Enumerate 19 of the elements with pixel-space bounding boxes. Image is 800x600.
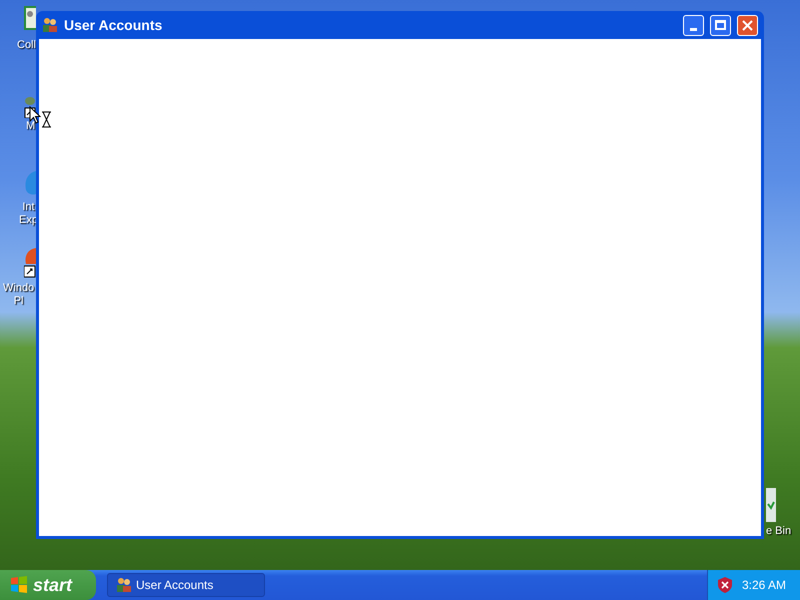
windows-logo-icon bbox=[10, 576, 28, 594]
close-button[interactable] bbox=[737, 14, 758, 36]
card-icon bbox=[24, 6, 36, 30]
start-button[interactable]: start bbox=[0, 570, 96, 600]
users-icon bbox=[42, 17, 58, 33]
window-title: User Accounts bbox=[64, 16, 164, 34]
desktop-icon-label[interactable]: M bbox=[26, 120, 36, 133]
close-icon bbox=[742, 20, 753, 30]
users-icon bbox=[116, 577, 132, 593]
maximize-button[interactable] bbox=[710, 14, 731, 36]
clock: 3:26 AM bbox=[742, 577, 786, 594]
media-player-icon bbox=[24, 248, 36, 278]
minimize-button[interactable] bbox=[683, 14, 704, 36]
recycle-bin-icon bbox=[766, 486, 776, 524]
shield-icon bbox=[718, 577, 732, 593]
desktop-icon-label[interactable]: Windo Pl bbox=[3, 282, 34, 308]
taskbar-button[interactable]: User Accounts bbox=[107, 573, 265, 597]
desktop-icon-label[interactable]: e Bin bbox=[766, 525, 792, 538]
desktop-icon-label[interactable]: Coll bbox=[17, 39, 36, 52]
